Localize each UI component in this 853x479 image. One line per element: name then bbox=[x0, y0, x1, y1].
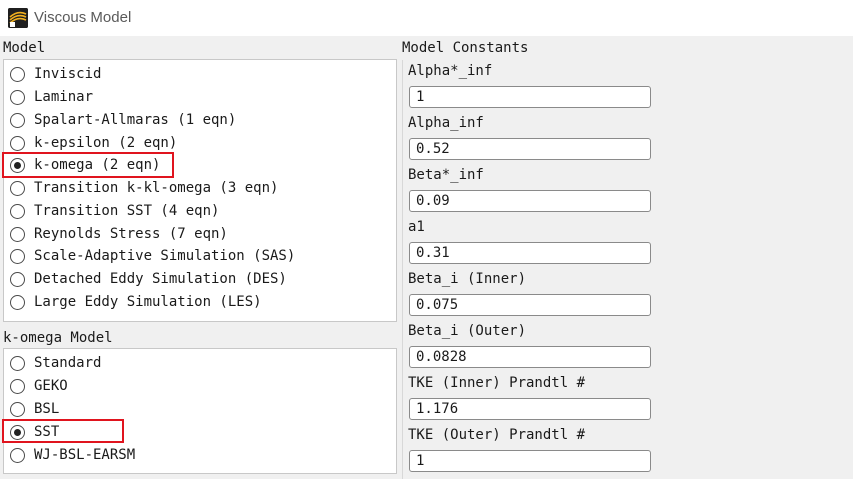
fluent-app-icon bbox=[8, 8, 28, 28]
radio-label: Spalart-Allmaras (1 eqn) bbox=[34, 112, 237, 128]
radio-label: k-omega (2 eqn) bbox=[34, 157, 161, 173]
constant-label-beta-i-inner: Beta_i (Inner) bbox=[408, 271, 527, 287]
tke-inner-prandtl-input[interactable] bbox=[409, 398, 651, 420]
radio-button[interactable] bbox=[10, 66, 25, 82]
radio-button[interactable] bbox=[10, 135, 25, 151]
radio-button[interactable] bbox=[10, 112, 25, 128]
radio-label: SST bbox=[34, 424, 60, 440]
radio-button-selected[interactable] bbox=[10, 424, 25, 440]
radio-label: Detached Eddy Simulation (DES) bbox=[34, 271, 287, 287]
radio-button[interactable] bbox=[10, 294, 25, 310]
radio-button[interactable] bbox=[10, 248, 25, 264]
model-option-sas[interactable]: Scale-Adaptive Simulation (SAS) bbox=[10, 245, 295, 267]
model-option-spalart-allmaras[interactable]: Spalart-Allmaras (1 eqn) bbox=[10, 109, 236, 131]
constant-label-tke-outer-prandtl: TKE (Outer) Prandtl # bbox=[408, 427, 586, 443]
beta-i-outer-input[interactable] bbox=[409, 346, 651, 368]
model-section-label: Model bbox=[3, 40, 46, 56]
alpha-star-inf-input[interactable] bbox=[409, 86, 651, 108]
model-option-inviscid[interactable]: Inviscid bbox=[10, 63, 101, 85]
model-option-transition-sst[interactable]: Transition SST (4 eqn) bbox=[10, 200, 219, 222]
model-option-k-epsilon[interactable]: k-epsilon (2 eqn) bbox=[10, 132, 177, 154]
model-option-k-omega[interactable]: k-omega (2 eqn) bbox=[10, 154, 160, 176]
radio-label: BSL bbox=[34, 401, 60, 417]
constant-label-beta-i-outer: Beta_i (Outer) bbox=[408, 323, 527, 339]
alpha-inf-input[interactable] bbox=[409, 138, 651, 160]
komega-section-label: k-omega Model bbox=[3, 330, 113, 346]
window-title: Viscous Model bbox=[34, 9, 132, 26]
radio-label: GEKO bbox=[34, 378, 68, 394]
radio-button[interactable] bbox=[10, 226, 25, 242]
radio-label: Standard bbox=[34, 355, 102, 371]
radio-label: k-epsilon (2 eqn) bbox=[34, 135, 178, 151]
radio-button[interactable] bbox=[10, 180, 25, 196]
radio-label: Scale-Adaptive Simulation (SAS) bbox=[34, 248, 296, 264]
constant-label-tke-inner-prandtl: TKE (Inner) Prandtl # bbox=[408, 375, 586, 391]
komega-option-bsl[interactable]: BSL bbox=[10, 398, 59, 420]
radio-label: Transition SST (4 eqn) bbox=[34, 203, 220, 219]
model-option-des[interactable]: Detached Eddy Simulation (DES) bbox=[10, 268, 287, 290]
model-option-transition-k-kl-omega[interactable]: Transition k-kl-omega (3 eqn) bbox=[10, 177, 278, 199]
komega-option-wj-bsl-earsm[interactable]: WJ-BSL-EARSM bbox=[10, 444, 135, 466]
constant-label-alpha-inf: Alpha_inf bbox=[408, 115, 484, 131]
constants-section-label: Model Constants bbox=[402, 40, 529, 56]
radio-label: Large Eddy Simulation (LES) bbox=[34, 294, 262, 310]
radio-button[interactable] bbox=[10, 401, 25, 417]
radio-label: Reynolds Stress (7 eqn) bbox=[34, 226, 228, 242]
beta-i-inner-input[interactable] bbox=[409, 294, 651, 316]
constant-label-a1: a1 bbox=[408, 219, 425, 235]
komega-option-standard[interactable]: Standard bbox=[10, 352, 101, 374]
radio-button[interactable] bbox=[10, 203, 25, 219]
tke-outer-prandtl-input[interactable] bbox=[409, 450, 651, 472]
komega-option-geko[interactable]: GEKO bbox=[10, 375, 68, 397]
radio-label: Transition k-kl-omega (3 eqn) bbox=[34, 180, 279, 196]
radio-button[interactable] bbox=[10, 378, 25, 394]
radio-label: WJ-BSL-EARSM bbox=[34, 447, 136, 463]
radio-label: Inviscid bbox=[34, 66, 102, 82]
radio-label: Laminar bbox=[34, 89, 94, 105]
radio-button[interactable] bbox=[10, 447, 25, 463]
model-option-reynolds-stress[interactable]: Reynolds Stress (7 eqn) bbox=[10, 223, 228, 245]
model-option-les[interactable]: Large Eddy Simulation (LES) bbox=[10, 291, 262, 313]
constant-label-beta-star-inf: Beta*_inf bbox=[408, 167, 484, 183]
a1-input[interactable] bbox=[409, 242, 651, 264]
beta-star-inf-input[interactable] bbox=[409, 190, 651, 212]
radio-button[interactable] bbox=[10, 355, 25, 371]
radio-button-selected[interactable] bbox=[10, 157, 25, 173]
constant-label-alpha-star-inf: Alpha*_inf bbox=[408, 63, 493, 79]
komega-option-sst[interactable]: SST bbox=[10, 421, 59, 443]
radio-button[interactable] bbox=[10, 89, 25, 105]
model-option-laminar[interactable]: Laminar bbox=[10, 86, 93, 108]
radio-button[interactable] bbox=[10, 271, 25, 287]
title-bar: Viscous Model bbox=[0, 0, 853, 36]
